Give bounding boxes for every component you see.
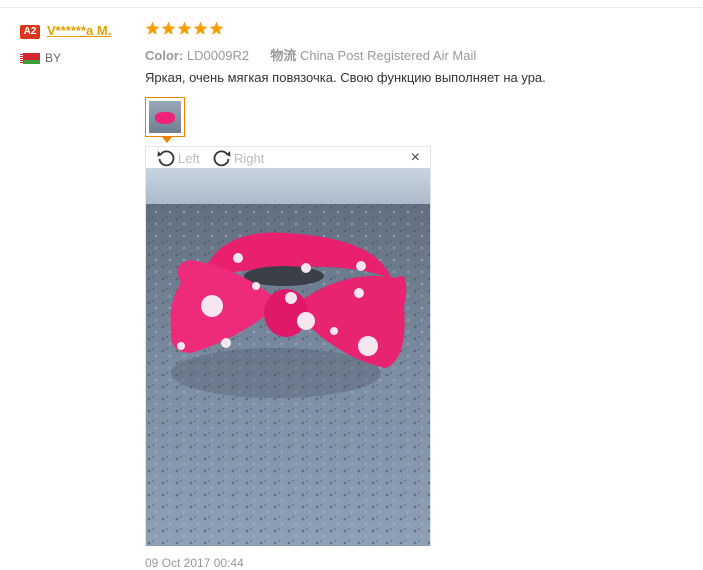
rotate-left-label: Left [178,150,200,166]
belarus-flag-icon [20,53,40,64]
shipping-value: China Post Registered Air Mail [299,48,477,63]
color-value: LD0009R2 [186,48,250,63]
close-icon[interactable]: × [411,150,420,166]
level-badge: A2 [20,25,40,39]
review-meta: Color: LD0009R2 物流 China Post Registered… [145,45,476,64]
star-icon [209,21,224,35]
photo-viewer: Left Right × [145,146,431,546]
star-icon [193,21,208,35]
star-icon [177,21,192,35]
rotate-left-button[interactable]: Left [156,148,200,168]
review-photo [146,168,430,546]
color-label: Color: [145,48,184,63]
review-photo-thumbnail[interactable] [145,97,185,137]
review-date: 09 Oct 2017 00:44 [145,556,244,570]
rotate-right-label: Right [234,150,265,166]
country-code: BY [45,51,62,65]
shipping-label: 物流 [270,48,297,63]
rotate-right-icon [213,150,231,167]
reviewer-name-link[interactable]: V******a M. [47,23,111,38]
top-divider [0,7,703,8]
viewer-toolbar: Left Right × [146,147,430,169]
thumbnail-caret [162,137,172,143]
star-rating [145,21,224,36]
review-text: Яркая, очень мягкая повязочка. Свою функ… [145,70,546,85]
star-icon [145,21,160,35]
rotate-left-icon [157,150,175,167]
rotate-right-button[interactable]: Right [212,148,264,168]
star-icon [161,21,176,35]
